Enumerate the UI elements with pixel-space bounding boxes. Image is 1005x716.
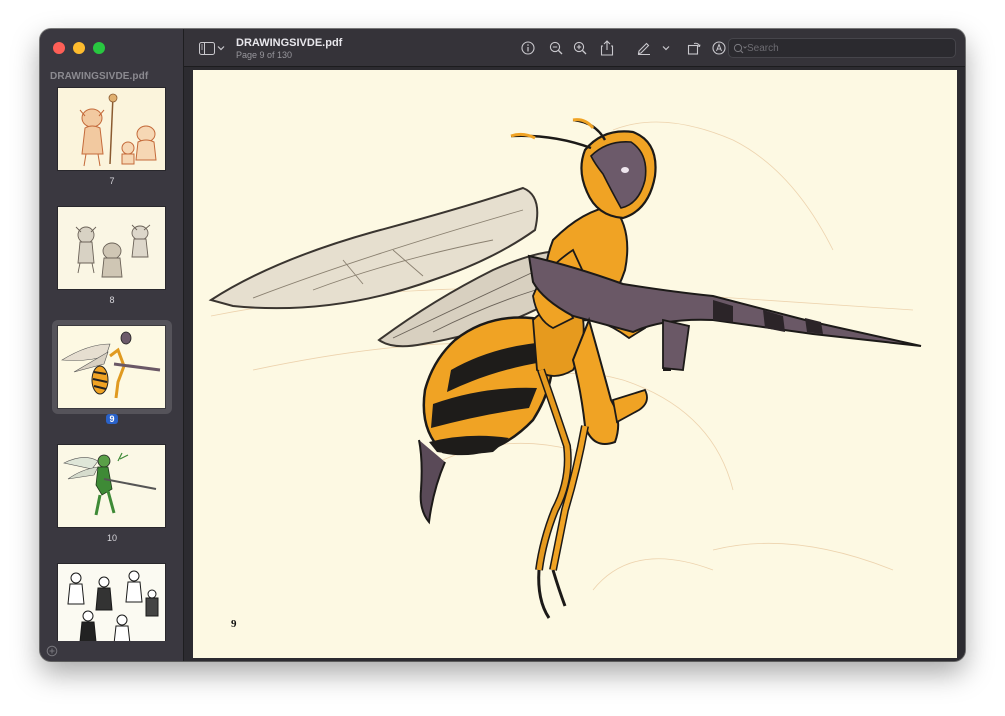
chevron-down-icon[interactable] (216, 39, 226, 57)
close-window-button[interactable] (53, 42, 65, 54)
annotate-icon[interactable] (710, 39, 728, 57)
search-field[interactable] (728, 38, 956, 58)
markup-pen-icon[interactable] (635, 39, 653, 57)
zoom-in-icon[interactable] (571, 39, 589, 57)
thumbnail-image (58, 207, 165, 289)
pdf-page: 9 (193, 70, 957, 658)
zoom-out-icon[interactable] (547, 39, 565, 57)
preview-window: DRAWINGSIVDE.pdf 7 8 9 10 DRAWINGSIVDE.p… (40, 29, 965, 661)
page-number: 9 (231, 618, 237, 630)
add-page-icon[interactable] (46, 644, 58, 657)
minimize-window-button[interactable] (73, 42, 85, 54)
search-input[interactable] (747, 41, 947, 55)
thumbnail-label: 8 (109, 295, 115, 305)
sidebar-document-name: DRAWINGSIVDE.pdf (50, 71, 149, 82)
window-controls (53, 42, 105, 54)
thumbnail-label: 10 (106, 533, 117, 543)
thumbnail-label: 7 (109, 176, 115, 186)
thumbnail-image (58, 564, 165, 641)
page-indicator: Page 9 of 130 (236, 50, 293, 60)
document-title: DRAWINGSIVDE.pdf (236, 37, 343, 49)
sidebar-toggle-icon[interactable] (198, 39, 216, 57)
search-icon (733, 42, 747, 60)
rotate-icon[interactable] (685, 39, 703, 57)
info-icon[interactable] (519, 39, 537, 57)
thumbnail-list[interactable]: 7 8 9 10 (40, 84, 184, 641)
share-icon[interactable] (598, 39, 616, 57)
thumbnail-image (58, 88, 165, 170)
thumbnail-label-selected: 9 (40, 414, 184, 424)
toolbar: DRAWINGSIVDE.pdf Page 9 of 130 (184, 29, 965, 67)
wasp-warrior-illustration (193, 70, 957, 658)
document-title-block: DRAWINGSIVDE.pdf Page 9 of 130 (236, 37, 342, 60)
fullscreen-window-button[interactable] (93, 42, 105, 54)
thumbnail-image (58, 326, 165, 408)
thumbnail-image (58, 445, 165, 527)
chevron-down-icon[interactable] (661, 39, 671, 57)
document-view[interactable]: 9 (184, 67, 965, 661)
thumbnail-sidebar: DRAWINGSIVDE.pdf 7 8 9 10 (40, 29, 184, 661)
